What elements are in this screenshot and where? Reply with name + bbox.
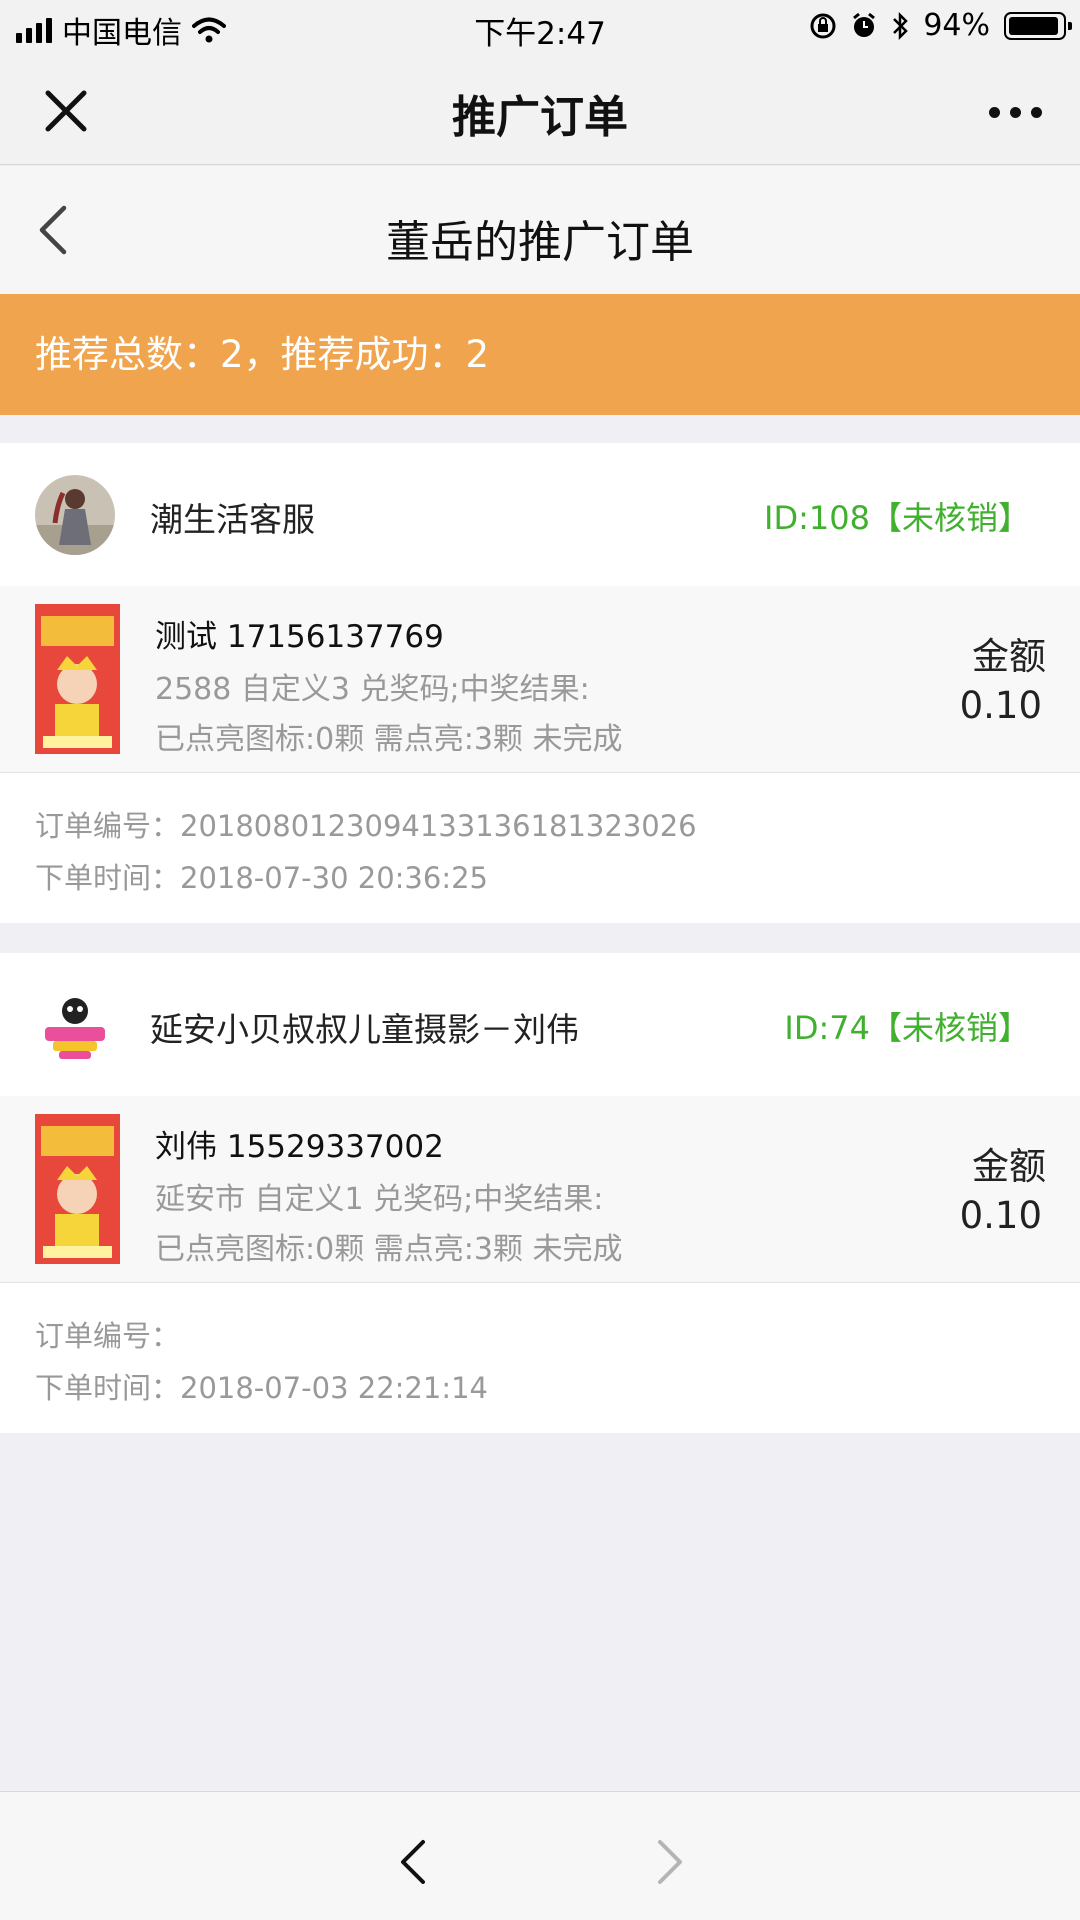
- amount-label: 金额: [972, 635, 1046, 678]
- bottom-toolbar: [0, 1791, 1080, 1920]
- sub-header: 董岳的推广订单: [0, 166, 1080, 294]
- order-card[interactable]: 潮生活客服 ID:108【未核销】 测试 17156137769 2588 自定…: [0, 443, 1080, 923]
- avatar: [35, 475, 115, 555]
- shop-name: 潮生活客服: [150, 500, 315, 539]
- product-thumbnail: [35, 604, 120, 754]
- status-bar: 中国电信 下午2:47 94%: [0, 0, 1080, 55]
- product-thumbnail: [35, 1114, 120, 1264]
- amount-value: 0.10: [959, 1194, 1042, 1237]
- page-title: 推广订单: [452, 92, 628, 143]
- status-badge: ID:74【未核销】: [784, 1009, 1030, 1047]
- battery-icon: [1004, 11, 1072, 40]
- order-time: 下单时间：2018-07-03 22:21:14: [35, 1371, 488, 1405]
- order-card-header: 延安小贝叔叔儿童摄影－刘伟 ID:74【未核销】: [0, 953, 1080, 1096]
- order-card-header: 潮生活客服 ID:108【未核销】: [0, 443, 1080, 586]
- amount-value: 0.10: [959, 684, 1042, 727]
- status-badge: ID:108【未核销】: [764, 499, 1030, 537]
- alarm-icon: [853, 12, 876, 37]
- order-card[interactable]: 延安小贝叔叔儿童摄影－刘伟 ID:74【未核销】 刘伟 15529337002 …: [0, 953, 1080, 1433]
- order-meta: 订单编号：2018080123094133136181323026 下单时间：2…: [0, 773, 1080, 923]
- summary-banner: 推荐总数：2，推荐成功：2: [0, 294, 1080, 415]
- battery-percent: 94%: [923, 8, 990, 43]
- order-time: 下单时间：2018-07-30 20:36:25: [35, 861, 488, 895]
- more-icon[interactable]: [989, 107, 1042, 118]
- amount-label: 金额: [972, 1145, 1046, 1188]
- order-number: 订单编号：2018080123094133136181323026: [35, 809, 697, 843]
- product-title: 刘伟 15529337002: [155, 1129, 444, 1165]
- product-progress: 已点亮图标:0颗 需点亮:3颗 未完成: [155, 1232, 623, 1267]
- order-product[interactable]: 测试 17156137769 2588 自定义3 兑奖码;中奖结果: 已点亮图标…: [0, 586, 1080, 773]
- product-title: 测试 17156137769: [155, 619, 444, 655]
- product-detail: 2588 自定义3 兑奖码;中奖结果:: [155, 672, 590, 707]
- bluetooth-icon: [893, 11, 909, 40]
- avatar: [35, 985, 115, 1065]
- rotation-lock-icon: [810, 13, 836, 38]
- order-number: 订单编号：: [35, 1319, 181, 1353]
- product-progress: 已点亮图标:0颗 需点亮:3颗 未完成: [155, 722, 623, 757]
- order-product[interactable]: 刘伟 15529337002 延安市 自定义1 兑奖码;中奖结果: 已点亮图标:…: [0, 1096, 1080, 1283]
- page: 中国电信 下午2:47 94% 推广订单 董岳的推广订单 推荐总数：2，推荐成功…: [0, 0, 1080, 1920]
- nav-bar: 推广订单: [0, 55, 1080, 165]
- order-meta: 订单编号： 下单时间：2018-07-03 22:21:14: [0, 1283, 1080, 1433]
- chevron-left-icon[interactable]: [393, 1832, 433, 1892]
- shop-name: 延安小贝叔叔儿童摄影－刘伟: [150, 1010, 579, 1049]
- product-detail: 延安市 自定义1 兑奖码;中奖结果:: [155, 1182, 604, 1217]
- sub-header-title: 董岳的推广订单: [386, 217, 694, 268]
- chevron-right-icon[interactable]: [650, 1832, 690, 1892]
